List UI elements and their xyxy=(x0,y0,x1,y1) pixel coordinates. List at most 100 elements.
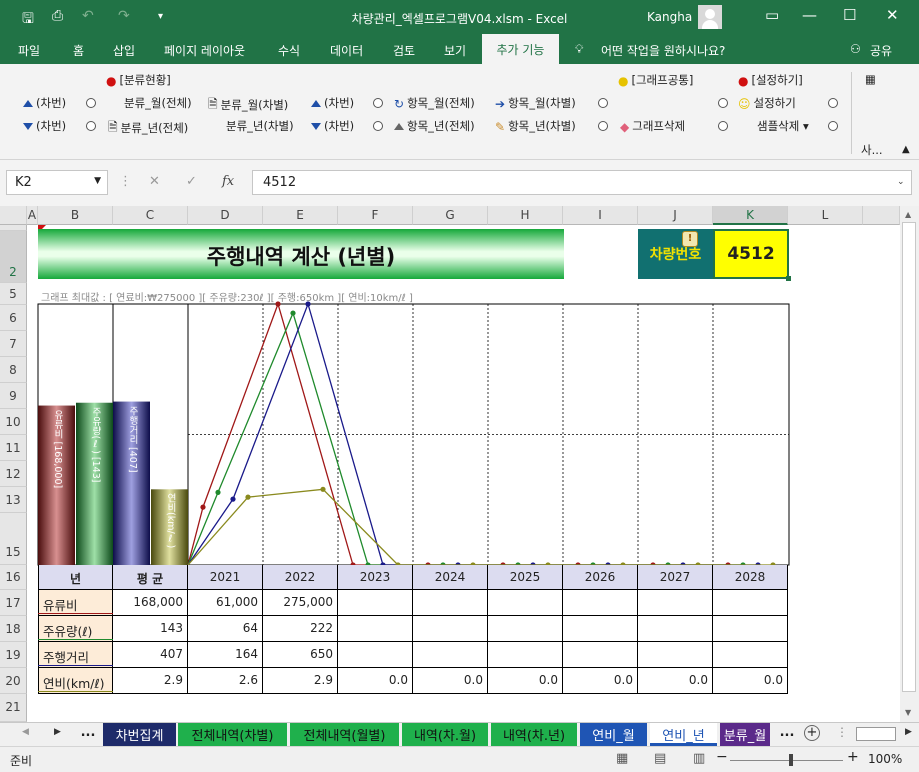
table-header-4[interactable]: 2023 xyxy=(338,565,413,590)
cancel-icon[interactable]: ✕ xyxy=(149,174,160,189)
table-cell-1-1[interactable]: 222 xyxy=(263,616,338,642)
tab-review[interactable]: 검토 xyxy=(393,42,415,59)
settings-button[interactable]: ☺ 설정하기 xyxy=(738,95,796,111)
more-icon[interactable]: ⋮ xyxy=(119,174,132,189)
radio-9[interactable] xyxy=(828,98,838,108)
delete-graph-button[interactable]: ◆ 그래프삭제 xyxy=(620,118,685,134)
table-cell-3-2[interactable]: 0.0 xyxy=(338,668,413,694)
table-cell-2-0[interactable]: 164 xyxy=(188,642,263,668)
zoom-out-icon[interactable]: − xyxy=(716,749,728,765)
fx-icon[interactable]: fx xyxy=(222,174,234,189)
scroll-up-icon[interactable]: ▲ xyxy=(905,210,911,219)
ribbon-display-icon[interactable]: ▭ xyxy=(765,6,779,24)
table-cell-2-3[interactable] xyxy=(413,642,488,668)
table-cell-0-4[interactable] xyxy=(488,590,563,616)
radio-1[interactable] xyxy=(86,98,96,108)
minimize-icon[interactable]: — xyxy=(802,6,817,24)
car-up-button-1[interactable]: (차번) xyxy=(23,95,66,111)
next-sheet-icon[interactable]: ▶ xyxy=(54,727,61,737)
zoom-level[interactable]: 100% xyxy=(868,752,902,766)
delete-sample-button[interactable]: 샘플삭제 ▾ xyxy=(757,118,809,134)
table-header-3[interactable]: 2022 xyxy=(263,565,338,590)
table-cell-3-5[interactable]: 0.0 xyxy=(563,668,638,694)
table-cell-0-3[interactable] xyxy=(413,590,488,616)
table-cell-1-5[interactable] xyxy=(563,616,638,642)
radio-7[interactable] xyxy=(718,98,728,108)
table-cell-1-6[interactable] xyxy=(638,616,713,642)
enter-icon[interactable]: ✓ xyxy=(186,174,197,189)
table-cell-2-1[interactable]: 650 xyxy=(263,642,338,668)
table-cell-3-6[interactable]: 0.0 xyxy=(638,668,713,694)
table-header-0[interactable]: 년 xyxy=(38,565,113,590)
class-month-car-button[interactable]: 🗎 분류_월(차별) xyxy=(208,95,288,116)
scroll-thumb[interactable] xyxy=(902,222,916,692)
table-cell-3-1[interactable]: 2.9 xyxy=(263,668,338,694)
table-avg-3[interactable]: 2.9 xyxy=(113,668,188,694)
car-up-button-2[interactable]: (차번) xyxy=(311,95,354,111)
table-cell-2-7[interactable] xyxy=(713,642,788,668)
table-header-2[interactable]: 2021 xyxy=(188,565,263,590)
table-cell-0-1[interactable]: 275,000 xyxy=(263,590,338,616)
table-cell-3-3[interactable]: 0.0 xyxy=(413,668,488,694)
table-cell-2-6[interactable] xyxy=(638,642,713,668)
share-button[interactable]: 공유 xyxy=(870,42,892,59)
vertical-scrollbar[interactable]: ▲ ▼ xyxy=(900,206,919,722)
sheet-tab-all-by-car[interactable]: 전체내역(차별) xyxy=(178,723,287,746)
radio-5[interactable] xyxy=(598,98,608,108)
radio-2[interactable] xyxy=(86,121,96,131)
table-cell-1-0[interactable]: 64 xyxy=(188,616,263,642)
more-sheets-left[interactable]: ... xyxy=(76,723,100,746)
class-year-car-button[interactable]: 분류_년(차별) xyxy=(226,118,294,134)
maximize-icon[interactable]: ☐ xyxy=(843,6,856,24)
radio-10[interactable] xyxy=(828,121,838,131)
table-avg-2[interactable]: 407 xyxy=(113,642,188,668)
radio-8[interactable] xyxy=(718,121,728,131)
table-avg-1[interactable]: 143 xyxy=(113,616,188,642)
sheet-tab-mileage-month[interactable]: 연비_월 xyxy=(580,723,647,746)
table-cell-1-7[interactable] xyxy=(713,616,788,642)
tell-me-box[interactable]: 어떤 작업을 원하시나요? xyxy=(601,42,725,59)
table-cell-3-4[interactable]: 0.0 xyxy=(488,668,563,694)
expand-formula-icon[interactable]: ⌄ xyxy=(897,177,905,187)
tab-split-icon[interactable]: ⋮ xyxy=(836,725,848,739)
sheet-tab-class-month[interactable]: 분류_월 xyxy=(720,723,770,746)
table-header-5[interactable]: 2024 xyxy=(413,565,488,590)
item-year-all-button[interactable]: 항목_년(전체) xyxy=(394,118,475,134)
item-month-car-button[interactable]: ➔ 항목_월(차별) xyxy=(495,95,576,111)
table-cell-3-7[interactable]: 0.0 xyxy=(713,668,788,694)
collapse-ribbon-icon[interactable]: ▲ xyxy=(902,144,910,155)
user-name[interactable]: Kangha xyxy=(647,10,692,24)
table-cell-2-4[interactable] xyxy=(488,642,563,668)
page-layout-view-icon[interactable]: ▤ xyxy=(654,751,666,766)
table-header-6[interactable]: 2025 xyxy=(488,565,563,590)
table-cell-2-5[interactable] xyxy=(563,642,638,668)
table-header-1[interactable]: 평 균 xyxy=(113,565,188,590)
tab-file[interactable]: 파일 xyxy=(18,42,40,59)
name-box[interactable]: K2 ▼ xyxy=(6,170,108,195)
table-cell-0-6[interactable] xyxy=(638,590,713,616)
formula-input[interactable]: 4512 xyxy=(252,170,912,195)
radio-3[interactable] xyxy=(373,98,383,108)
sheet-tab-detail-car-year[interactable]: 내역(차.년) xyxy=(491,723,577,746)
table-cell-1-3[interactable] xyxy=(413,616,488,642)
car-down-button-2[interactable]: (차번) xyxy=(311,118,354,134)
class-year-all-button[interactable]: 🗎 분류_년(전체) xyxy=(108,118,188,139)
tab-page-layout[interactable]: 페이지 레이아웃 xyxy=(164,42,245,59)
sheet-tab-car-total[interactable]: 차번집계 xyxy=(103,723,176,746)
table-cell-3-0[interactable]: 2.6 xyxy=(188,668,263,694)
normal-view-icon[interactable]: ▦ xyxy=(616,751,628,766)
sheet-tab-mileage-year[interactable]: 연비_년 xyxy=(650,723,717,746)
table-cell-0-7[interactable] xyxy=(713,590,788,616)
zoom-slider-thumb[interactable] xyxy=(789,754,793,766)
worksheet-grid[interactable]: A B C D E F G H I J K L 1 2 5 6 7 8 9 10… xyxy=(0,206,900,722)
table-cell-1-4[interactable] xyxy=(488,616,563,642)
add-sheet-icon[interactable]: + xyxy=(804,725,820,741)
car-down-button-1[interactable]: (차번) xyxy=(23,118,66,134)
tab-view[interactable]: 보기 xyxy=(444,42,466,59)
table-cell-0-0[interactable]: 61,000 xyxy=(188,590,263,616)
radio-6[interactable] xyxy=(598,121,608,131)
tab-insert[interactable]: 삽입 xyxy=(113,42,135,59)
table-avg-0[interactable]: 168,000 xyxy=(113,590,188,616)
tab-data[interactable]: 데이터 xyxy=(330,42,363,59)
collapsed-group[interactable]: 사... xyxy=(861,142,883,158)
